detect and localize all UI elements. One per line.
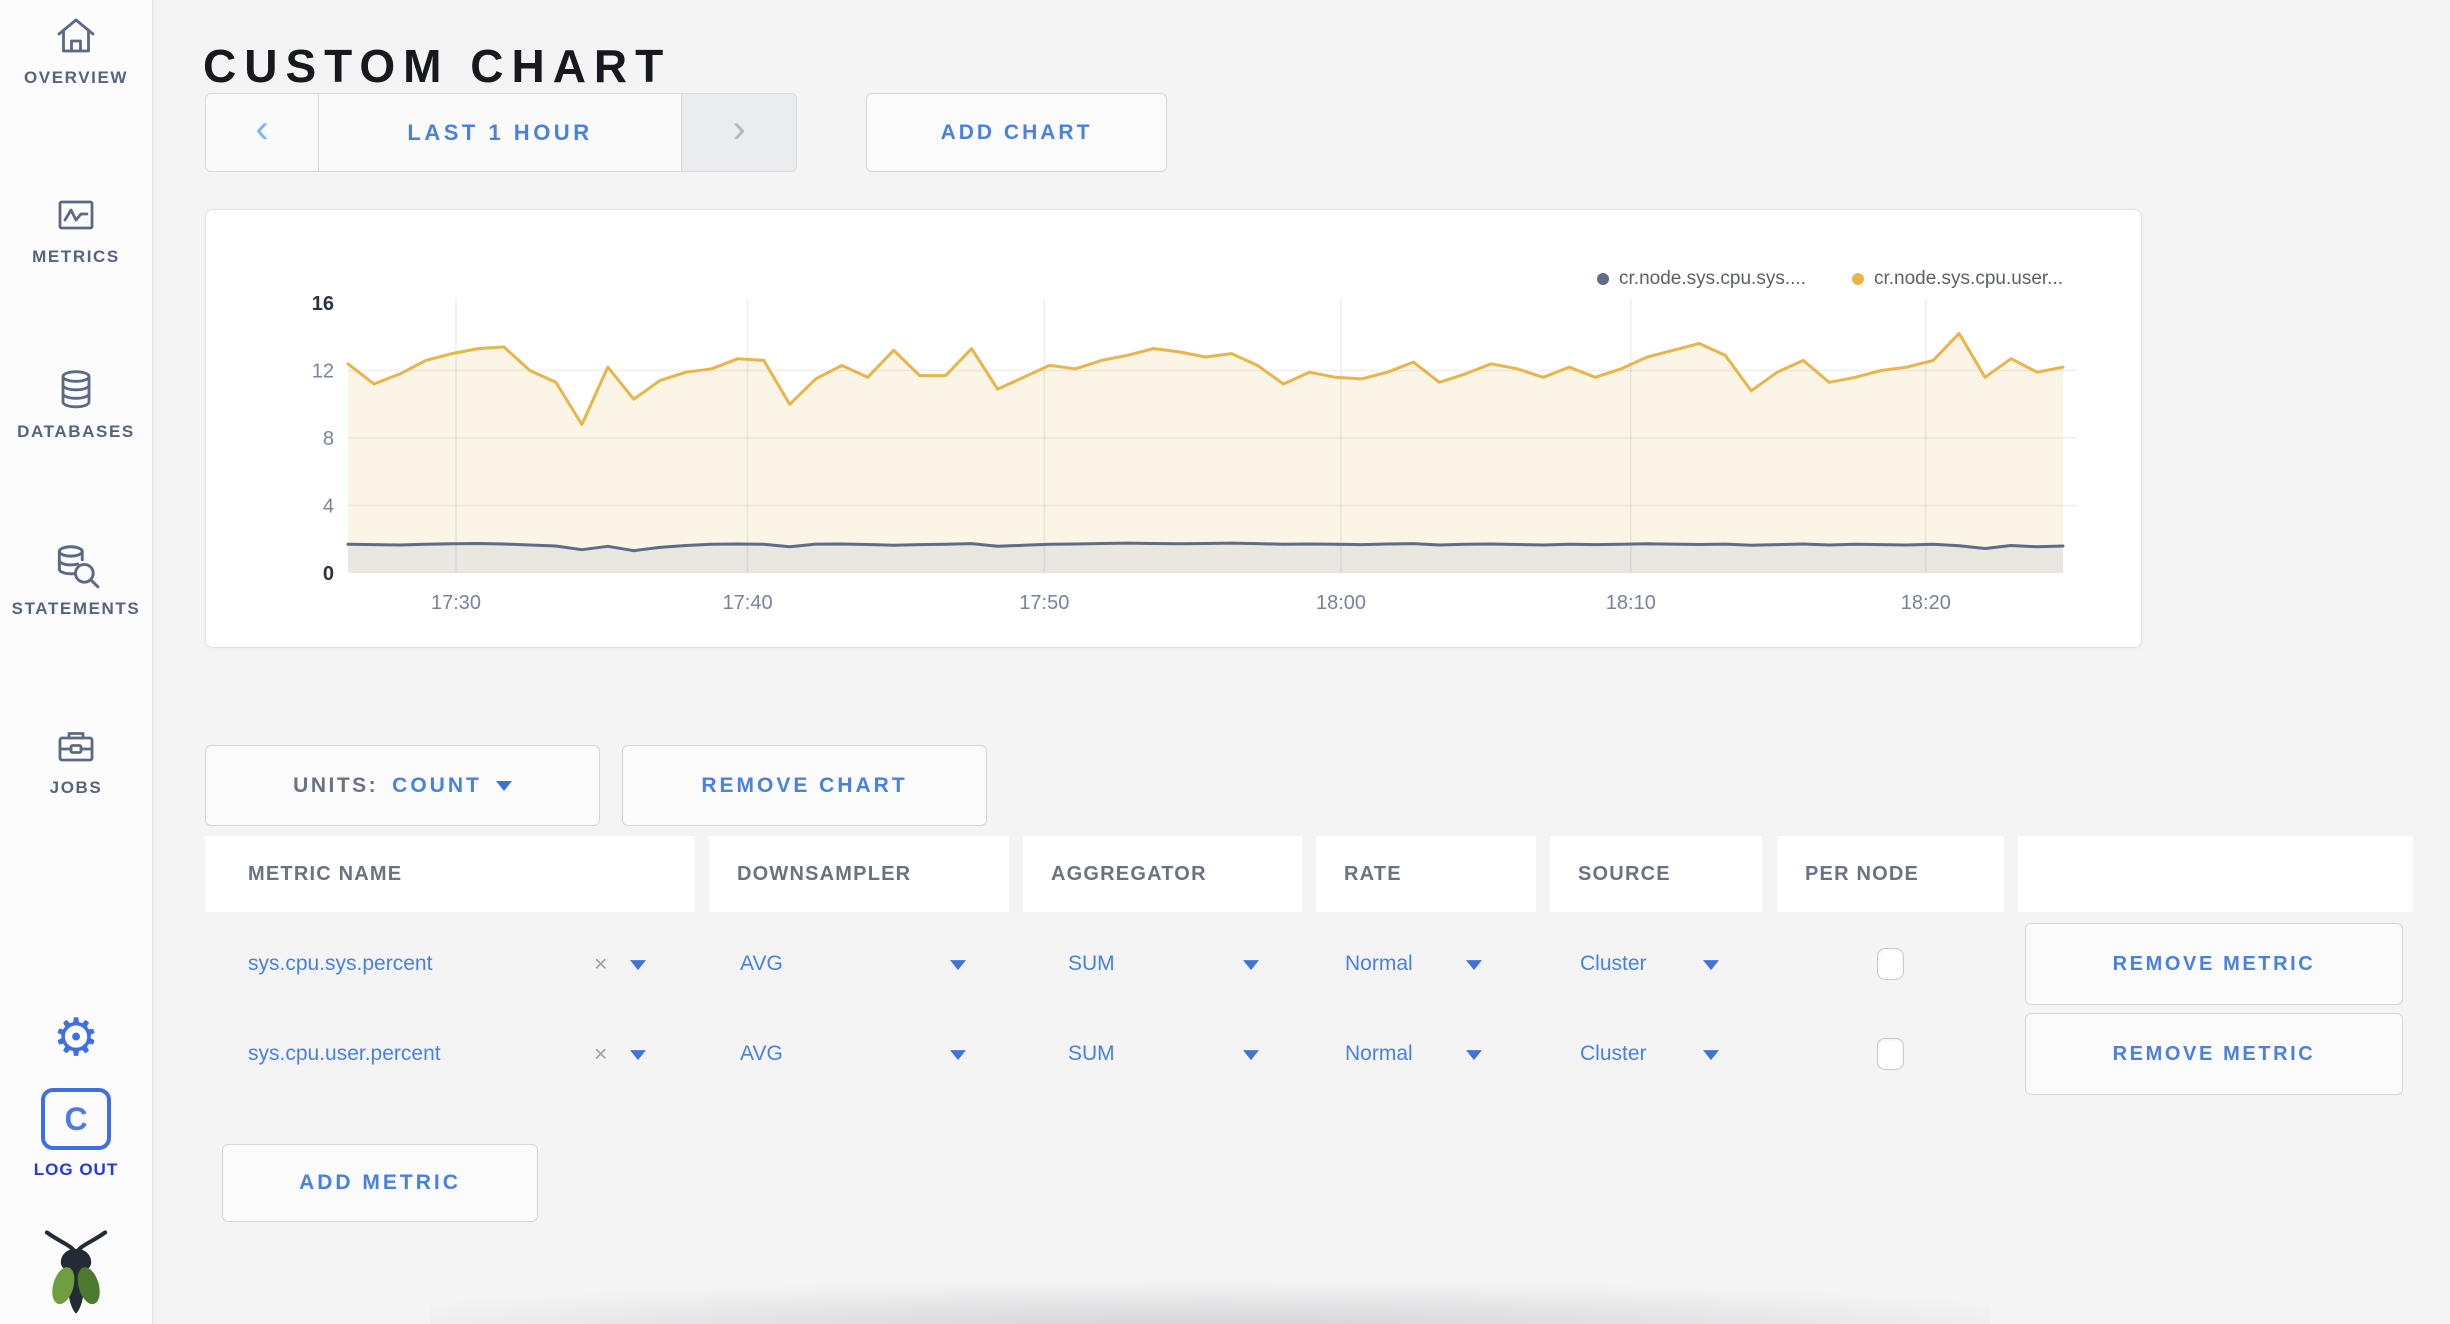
column-header-metric-name: METRIC NAME [205, 836, 695, 912]
brand-logo [0, 1228, 152, 1323]
aggregator-select[interactable]: SUM [1068, 952, 1115, 976]
chevron-down-icon [495, 780, 512, 791]
aggregator-select[interactable]: SUM [1068, 1042, 1115, 1066]
add-metric-button[interactable]: ADD METRIC [222, 1144, 538, 1222]
sidebar-item-label: DATABASES [17, 422, 135, 441]
briefcase-icon [0, 722, 152, 770]
rate-select[interactable]: Normal [1345, 952, 1413, 976]
svg-text:12: 12 [312, 361, 334, 383]
legend-item-user[interactable]: cr.node.sys.cpu.user... [1851, 268, 2063, 290]
source-select[interactable]: Cluster [1580, 952, 1647, 976]
add-chart-button[interactable]: ADD CHART [866, 93, 1167, 172]
chevron-down-icon[interactable] [630, 957, 646, 975]
column-header-per-node: PER NODE [1777, 836, 2004, 912]
time-range-prev-button[interactable]: ‹ [206, 94, 318, 171]
statements-search-icon [0, 541, 152, 591]
time-range-value[interactable]: LAST 1 HOUR [318, 94, 682, 171]
units-dropdown[interactable]: UNITS: COUNT [205, 745, 600, 826]
chevron-down-icon[interactable] [1466, 957, 1482, 975]
clear-metric-icon[interactable]: × [594, 1041, 607, 1068]
sidebar-item-statements[interactable]: STATEMENTS [0, 541, 152, 619]
sidebar: OVERVIEW METRICS DATABASES STATEMENTS JO… [0, 0, 153, 1324]
remove-metric-button[interactable]: REMOVE METRIC [2025, 1013, 2403, 1095]
metric-name-select[interactable]: sys.cpu.sys.percent [248, 952, 432, 976]
custom-chart-page: OVERVIEW METRICS DATABASES STATEMENTS JO… [0, 0, 2450, 1324]
legend-dot-sys [1597, 273, 1610, 285]
svg-text:8: 8 [323, 428, 334, 450]
legend-label: cr.node.sys.cpu.sys.... [1619, 268, 1806, 289]
downsampler-select[interactable]: AVG [740, 952, 783, 976]
svg-text:17:40: 17:40 [723, 592, 773, 614]
remove-metric-button[interactable]: REMOVE METRIC [2025, 923, 2403, 1005]
svg-text:16: 16 [312, 293, 334, 315]
clear-metric-icon[interactable]: × [594, 951, 607, 978]
rate-select[interactable]: Normal [1345, 1042, 1413, 1066]
scroll-shadow [430, 1282, 1990, 1324]
time-range-picker: ‹ LAST 1 HOUR › [205, 93, 797, 172]
sidebar-item-overview[interactable]: OVERVIEW [0, 12, 152, 88]
svg-text:0: 0 [323, 563, 334, 585]
column-header-source: SOURCE [1550, 836, 1762, 912]
chevron-down-icon[interactable] [950, 1047, 966, 1065]
svg-text:4: 4 [323, 496, 334, 518]
legend-dot-user [1851, 273, 1864, 285]
chevron-down-icon[interactable] [1703, 957, 1719, 975]
units-value: COUNT [392, 773, 482, 797]
svg-text:17:50: 17:50 [1019, 592, 1069, 614]
metric-row: sys.cpu.user.percent × AVG SUM Normal Cl… [0, 1009, 2450, 1099]
home-icon [0, 12, 152, 60]
metrics-chart-icon [0, 191, 152, 239]
sidebar-item-jobs[interactable]: JOBS [0, 722, 152, 798]
source-select[interactable]: Cluster [1580, 1042, 1647, 1066]
units-label: UNITS: [293, 773, 379, 797]
svg-text:18:10: 18:10 [1606, 592, 1656, 614]
chevron-down-icon[interactable] [1466, 1047, 1482, 1065]
chevron-down-icon[interactable] [1243, 1047, 1259, 1065]
sidebar-item-metrics[interactable]: METRICS [0, 191, 152, 267]
per-node-checkbox[interactable] [1877, 948, 1904, 980]
chevron-down-icon[interactable] [1243, 957, 1259, 975]
column-header-downsampler: DOWNSAMPLER [709, 836, 1009, 912]
legend-label: cr.node.sys.cpu.user... [1873, 268, 2063, 289]
column-header-aggregator: AGGREGATOR [1023, 836, 1302, 912]
chart-legend: cr.node.sys.cpu.sys.... cr.node.sys.cpu.… [1597, 268, 2063, 290]
chevron-down-icon[interactable] [630, 1047, 646, 1065]
legend-item-sys[interactable]: cr.node.sys.cpu.sys.... [1597, 268, 1806, 290]
column-header-actions [2018, 836, 2413, 912]
sidebar-item-label: JOBS [49, 778, 103, 797]
time-range-next-button[interactable]: › [682, 94, 796, 171]
svg-text:17:30: 17:30 [431, 592, 481, 614]
cockroachdb-bug-logo [38, 1230, 114, 1322]
database-icon [0, 366, 152, 414]
sidebar-item-label: METRICS [32, 247, 120, 266]
chevron-left-icon: ‹ [255, 107, 269, 151]
column-header-rate: RATE [1316, 836, 1536, 912]
page-title: CUSTOM CHART [203, 39, 672, 92]
chevron-down-icon[interactable] [1703, 1047, 1719, 1065]
sidebar-item-label: OVERVIEW [23, 68, 129, 87]
svg-text:18:20: 18:20 [1901, 592, 1951, 614]
remove-chart-button[interactable]: REMOVE CHART [622, 745, 987, 826]
per-node-checkbox[interactable] [1877, 1038, 1904, 1070]
sidebar-item-label: STATEMENTS [11, 599, 141, 618]
metric-name-select[interactable]: sys.cpu.user.percent [248, 1042, 441, 1066]
metric-row: sys.cpu.sys.percent × AVG SUM Normal Clu… [0, 919, 2450, 1009]
logout-label: LOG OUT [33, 1160, 119, 1179]
svg-text:18:00: 18:00 [1316, 592, 1366, 614]
sidebar-item-databases[interactable]: DATABASES [0, 366, 152, 442]
chevron-right-icon: › [732, 107, 746, 151]
downsampler-select[interactable]: AVG [740, 1042, 783, 1066]
logout-button[interactable]: C LOG OUT [0, 1088, 152, 1180]
chevron-down-icon[interactable] [950, 957, 966, 975]
chart-card: 17:30 17:40 17:50 18:00 18:10 18:20 0 4 8 12 16 cr… [205, 209, 2142, 648]
